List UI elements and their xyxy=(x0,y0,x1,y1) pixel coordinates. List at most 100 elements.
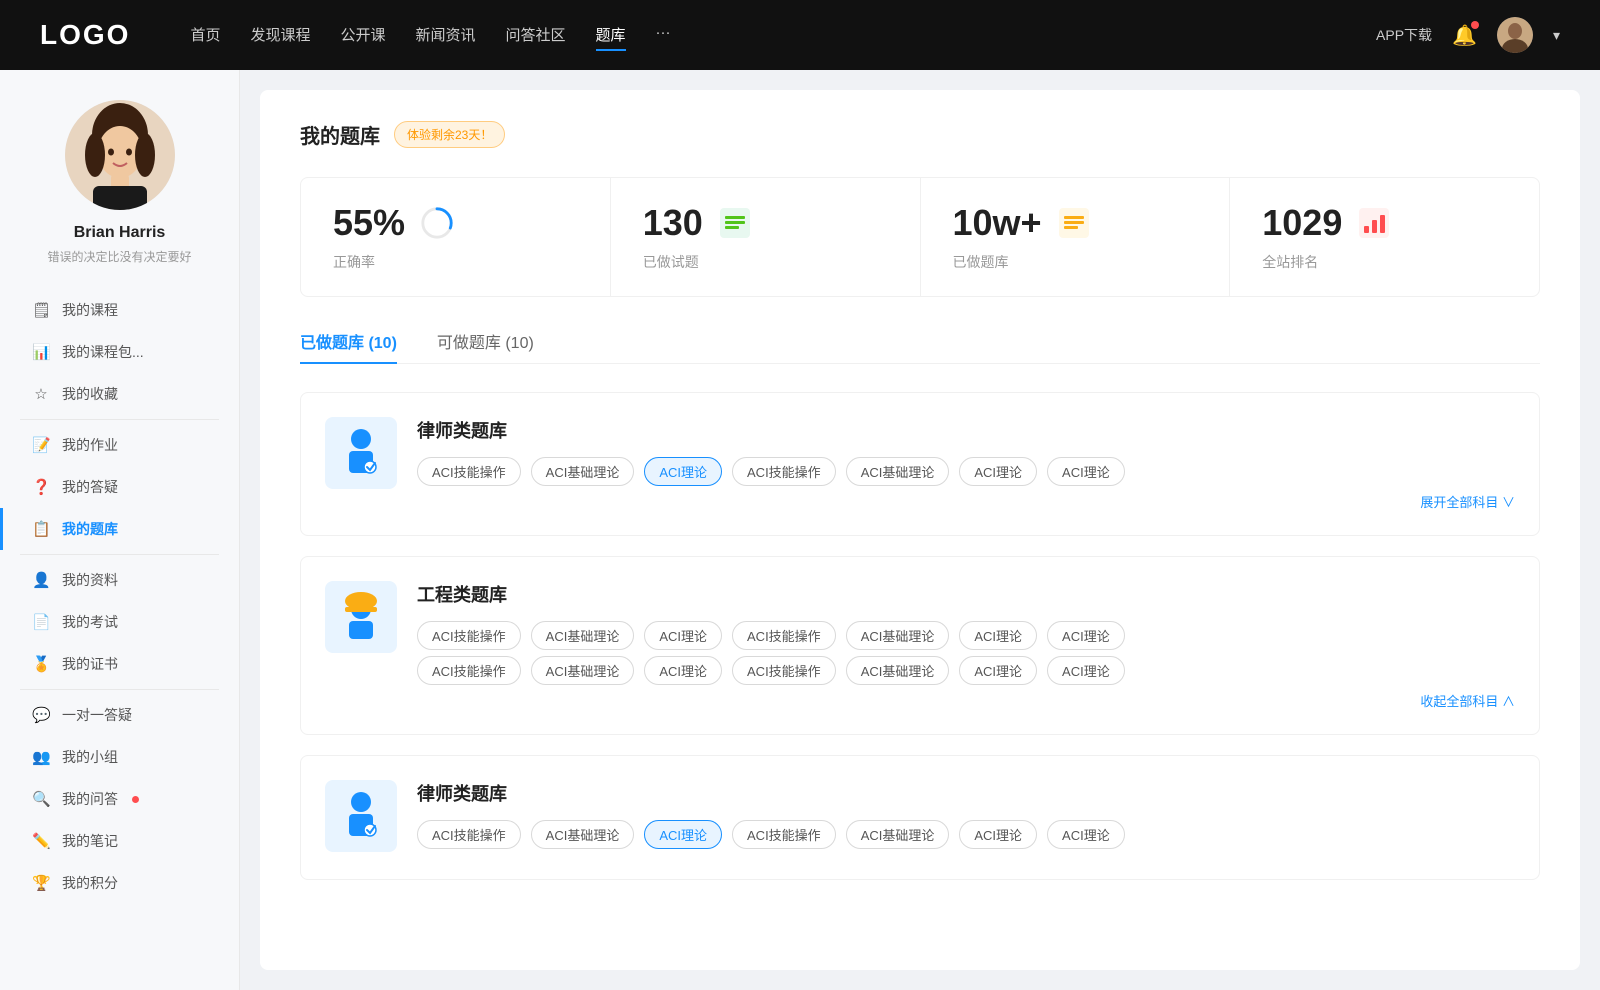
qbank-header-2: 工程类题库 ACI技能操作 ACI基础理论 ACI理论 ACI技能操作 ACI基… xyxy=(325,581,1515,710)
tag-2-1[interactable]: ACI技能操作 xyxy=(417,621,521,650)
stat-done-questions-top: 130 xyxy=(643,202,888,244)
tabs-row: 已做题库 (10) 可做题库 (10) xyxy=(300,329,1540,364)
user-dropdown-arrow[interactable]: ▾ xyxy=(1553,27,1560,44)
nav-home[interactable]: 首页 xyxy=(190,20,220,51)
file-icon: 📄 xyxy=(32,613,50,631)
qbank-info-2: 工程类题库 ACI技能操作 ACI基础理论 ACI理论 ACI技能操作 ACI基… xyxy=(417,581,1515,710)
tag-2b-6[interactable]: ACI理论 xyxy=(959,656,1037,685)
tag-1-3[interactable]: ACI理论 xyxy=(644,457,722,486)
tag-2-5[interactable]: ACI基础理论 xyxy=(846,621,950,650)
tag-2-2[interactable]: ACI基础理论 xyxy=(531,621,635,650)
points-icon: 🏆 xyxy=(32,874,50,892)
tag-3-7[interactable]: ACI理论 xyxy=(1047,820,1125,849)
nav-news[interactable]: 新闻资讯 xyxy=(416,20,476,51)
tag-2b-2[interactable]: ACI基础理论 xyxy=(531,656,635,685)
sidebar-item-points[interactable]: 🏆 我的积分 xyxy=(0,862,239,904)
person-icon: 👤 xyxy=(32,571,50,589)
nav-more[interactable]: ··· xyxy=(656,20,671,51)
stat-done-banks-label: 已做题库 xyxy=(953,252,1198,272)
tag-2-4[interactable]: ACI技能操作 xyxy=(732,621,836,650)
qbank-header-1: 律师类题库 ACI技能操作 ACI基础理论 ACI理论 ACI技能操作 ACI基… xyxy=(325,417,1515,511)
qbank-section-lawyer-2: 律师类题库 ACI技能操作 ACI基础理论 ACI理论 ACI技能操作 ACI基… xyxy=(300,755,1540,880)
tag-3-2[interactable]: ACI基础理论 xyxy=(531,820,635,849)
stat-site-rank: 1029 全站排名 xyxy=(1230,178,1539,296)
star-icon: ☆ xyxy=(32,385,50,403)
tag-2-6[interactable]: ACI理论 xyxy=(959,621,1037,650)
nav-discover[interactable]: 发现课程 xyxy=(250,20,310,51)
cert-icon: 🏅 xyxy=(32,655,50,673)
tag-3-4[interactable]: ACI技能操作 xyxy=(732,820,836,849)
stat-accuracy: 55% 正确率 xyxy=(301,178,611,296)
sidebar-item-one-on-one[interactable]: 💬 一对一答疑 xyxy=(0,694,239,736)
stat-site-rank-top: 1029 xyxy=(1262,202,1507,244)
qbank-icon-lawyer-2 xyxy=(325,780,397,852)
nav-open-course[interactable]: 公开课 xyxy=(340,20,385,51)
logo: LOGO xyxy=(40,19,130,51)
sidebar-item-profile[interactable]: 👤 我的资料 xyxy=(0,559,239,601)
nav-questionbank[interactable]: 题库 xyxy=(596,20,626,51)
sidebar-item-certificates[interactable]: 🏅 我的证书 xyxy=(0,643,239,685)
tag-2b-5[interactable]: ACI基础理论 xyxy=(846,656,950,685)
sidebar-item-favorites[interactable]: ☆ 我的收藏 xyxy=(0,373,239,415)
stat-site-rank-label: 全站排名 xyxy=(1262,252,1507,272)
tag-1-2[interactable]: ACI基础理论 xyxy=(531,457,635,486)
stat-site-rank-value: 1029 xyxy=(1262,202,1342,244)
tag-3-6[interactable]: ACI理论 xyxy=(959,820,1037,849)
user-avatar[interactable] xyxy=(1497,17,1533,53)
profile-motto: 错误的决定比没有决定要好 xyxy=(31,248,207,265)
chart-red-icon xyxy=(1356,205,1392,241)
sidebar-item-notes[interactable]: ✏️ 我的笔记 xyxy=(0,820,239,862)
tag-1-6[interactable]: ACI理论 xyxy=(959,457,1037,486)
stat-done-questions: 130 已做试题 xyxy=(611,178,921,296)
qbank-info-3: 律师类题库 ACI技能操作 ACI基础理论 ACI理论 ACI技能操作 ACI基… xyxy=(417,780,1515,855)
table-icon: 📋 xyxy=(32,520,50,538)
tag-2b-1[interactable]: ACI技能操作 xyxy=(417,656,521,685)
tab-done-banks[interactable]: 已做题库 (10) xyxy=(300,329,397,363)
collapse-btn-2[interactable]: 收起全部科目 ∧ xyxy=(417,691,1515,710)
tag-3-5[interactable]: ACI基础理论 xyxy=(846,820,950,849)
tag-3-1[interactable]: ACI技能操作 xyxy=(417,820,521,849)
sidebar-item-my-courses[interactable]: 🗒 我的课程 xyxy=(0,289,239,331)
tag-3-3[interactable]: ACI理论 xyxy=(644,820,722,849)
notification-bell[interactable]: 🔔 xyxy=(1452,23,1477,48)
qbank-section-lawyer-1: 律师类题库 ACI技能操作 ACI基础理论 ACI理论 ACI技能操作 ACI基… xyxy=(300,392,1540,536)
sidebar-item-exams[interactable]: 📄 我的考试 xyxy=(0,601,239,643)
sidebar-item-groups[interactable]: 👥 我的小组 xyxy=(0,736,239,778)
sidebar-item-qa-answers[interactable]: ❓ 我的答疑 xyxy=(0,466,239,508)
sidebar-item-questionbank[interactable]: 📋 我的题库 xyxy=(0,508,239,550)
tag-1-5[interactable]: ACI基础理论 xyxy=(846,457,950,486)
tab-available-banks[interactable]: 可做题库 (10) xyxy=(437,329,534,363)
tag-1-7[interactable]: ACI理论 xyxy=(1047,457,1125,486)
sidebar-item-course-packages[interactable]: 📊 我的课程包... xyxy=(0,331,239,373)
stat-accuracy-value: 55% xyxy=(333,202,405,244)
trial-badge: 体验剩余23天！ xyxy=(394,121,505,148)
stat-accuracy-top: 55% xyxy=(333,202,578,244)
tag-2b-3[interactable]: ACI理论 xyxy=(644,656,722,685)
tag-1-4[interactable]: ACI技能操作 xyxy=(732,457,836,486)
main-content: 我的题库 体验剩余23天！ 55% 正确率 1 xyxy=(260,90,1580,970)
expand-btn-1[interactable]: 展开全部科目 ∨ xyxy=(417,492,1515,511)
note-icon: ✏️ xyxy=(32,832,50,850)
circle-progress-icon xyxy=(419,205,455,241)
tags-row-2b: ACI技能操作 ACI基础理论 ACI理论 ACI技能操作 ACI基础理论 AC… xyxy=(417,656,1515,685)
tag-2b-4[interactable]: ACI技能操作 xyxy=(732,656,836,685)
qbank-name-1: 律师类题库 xyxy=(417,417,1515,443)
qbank-section-engineer: 工程类题库 ACI技能操作 ACI基础理论 ACI理论 ACI技能操作 ACI基… xyxy=(300,556,1540,735)
tag-1-1[interactable]: ACI技能操作 xyxy=(417,457,521,486)
qbank-name-3: 律师类题库 xyxy=(417,780,1515,806)
tag-2-7[interactable]: ACI理论 xyxy=(1047,621,1125,650)
sidebar-item-homework[interactable]: 📝 我的作业 xyxy=(0,424,239,466)
nav-qa[interactable]: 问答社区 xyxy=(506,20,566,51)
tag-2-3[interactable]: ACI理论 xyxy=(644,621,722,650)
page-title: 我的题库 xyxy=(300,120,380,149)
tag-2b-7[interactable]: ACI理论 xyxy=(1047,656,1125,685)
sidebar-menu: 🗒 我的课程 📊 我的课程包... ☆ 我的收藏 📝 我的作业 ❓ 我的答疑 � xyxy=(0,289,239,904)
sidebar-item-my-qa[interactable]: 🔍 我的问答 xyxy=(0,778,239,820)
stat-done-banks-value: 10w+ xyxy=(953,202,1042,244)
app-download-link[interactable]: APP下载 xyxy=(1376,25,1432,45)
stats-row: 55% 正确率 130 xyxy=(300,177,1540,297)
qa-icon: 🔍 xyxy=(32,790,50,808)
tags-row-3: ACI技能操作 ACI基础理论 ACI理论 ACI技能操作 ACI基础理论 AC… xyxy=(417,820,1515,849)
stat-accuracy-label: 正确率 xyxy=(333,252,578,272)
sidebar-divider-3 xyxy=(20,689,219,690)
